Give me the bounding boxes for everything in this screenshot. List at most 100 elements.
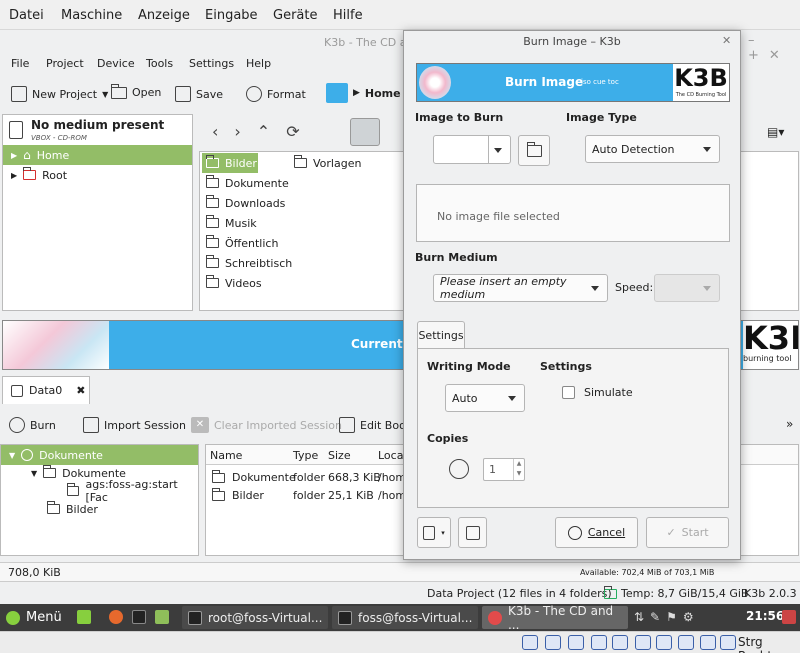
tree-label: Bilder	[66, 502, 98, 516]
start-menu-button[interactable]: Menü	[0, 606, 72, 629]
copies-value: 1	[489, 463, 496, 476]
menu-file[interactable]: File	[11, 57, 29, 70]
medium-combo[interactable]: Please insert an empty medium	[433, 274, 608, 302]
task-k3b[interactable]: K3b - The CD and ...	[482, 604, 628, 632]
burn-icon	[9, 417, 25, 433]
start-button[interactable]: ✓ Start	[646, 517, 729, 548]
settings-label: Settings	[540, 360, 592, 373]
simulate-checkbox[interactable]	[562, 386, 575, 399]
task-label: foss@foss-Virtual...	[358, 610, 473, 625]
file-label: Vorlagen	[313, 156, 362, 170]
toolbar-overflow-button[interactable]: »	[786, 417, 793, 431]
col-type[interactable]: Type	[293, 449, 318, 462]
nav-buttons[interactable]: ‹›⌃⟳	[212, 122, 316, 141]
cpu-icon[interactable]	[700, 635, 716, 650]
project-tree-root[interactable]: ▼ Dokumente	[1, 445, 198, 465]
file-item[interactable]: Vorlagen	[294, 153, 361, 173]
tree-item-home[interactable]: ▶ ⌂ Home	[3, 145, 192, 165]
save-settings-button[interactable]	[458, 517, 487, 548]
vbox-menu-anzeige[interactable]: Anzeige	[138, 8, 190, 23]
menu-tools[interactable]: Tools	[146, 57, 173, 70]
image-path-combo[interactable]	[433, 135, 511, 164]
audio-icon[interactable]	[568, 635, 584, 650]
window-controls[interactable]: –+✕	[748, 33, 800, 63]
mouse-integration-icon[interactable]	[720, 635, 736, 650]
vbox-menu-maschine[interactable]: Maschine	[61, 8, 122, 23]
tray-icons[interactable]: ⇅✎⚑⚙	[634, 610, 700, 624]
shared-folders-icon[interactable]	[612, 635, 628, 650]
simulate-label[interactable]: Simulate	[584, 386, 633, 399]
speed-combo[interactable]	[654, 274, 720, 302]
spin-arrows-icon[interactable]: ▲ ▼	[513, 459, 524, 480]
terminal-icon[interactable]	[132, 610, 146, 624]
vbox-menu-eingabe[interactable]: Eingabe	[205, 8, 258, 23]
folder-icon	[206, 175, 219, 188]
files-icon[interactable]	[155, 610, 169, 624]
breadcrumb[interactable]: ▶ Home	[326, 83, 401, 103]
table-row[interactable]: Dokumente folder 668,3 KiB /hom	[210, 469, 406, 487]
menu-device[interactable]: Device	[97, 57, 135, 70]
display-icon[interactable]	[635, 635, 651, 650]
writing-mode-value: Auto	[452, 391, 478, 405]
col-name[interactable]: Name	[210, 449, 242, 462]
start-label: Start	[681, 526, 709, 539]
browse-button[interactable]	[518, 135, 550, 166]
open-button[interactable]: Open	[111, 83, 162, 99]
cell-type: folder	[293, 489, 325, 502]
import-session-button[interactable]: Import Session	[83, 417, 186, 433]
file-item[interactable]: Schreibtisch	[206, 253, 292, 273]
vbox-menu-hilfe[interactable]: Hilfe	[333, 8, 363, 23]
load-save-settings-button[interactable]: ▾	[417, 517, 451, 548]
task-terminal-root[interactable]: root@foss-Virtual...	[182, 606, 328, 629]
show-desktop-icon[interactable]	[77, 610, 91, 624]
project-tree-item[interactable]: Bilder	[1, 499, 98, 519]
file-item[interactable]: Bilder	[202, 153, 258, 173]
copies-disc-icon	[449, 459, 469, 479]
network-icon[interactable]	[678, 635, 694, 650]
format-button[interactable]: Format	[246, 86, 306, 102]
burn-button[interactable]: Burn	[9, 417, 56, 433]
icon-view-button[interactable]	[350, 118, 380, 146]
task-terminal-foss[interactable]: foss@foss-Virtual...	[332, 606, 478, 629]
copies-spinbox[interactable]: 1 ▲ ▼	[483, 458, 525, 481]
view-menu-button[interactable]: ▤▾	[767, 125, 784, 139]
tree-item-root[interactable]: ▶ Root	[3, 165, 67, 185]
vbox-menu-datei[interactable]: Datei	[9, 8, 44, 23]
burn-image-dialog: Burn Image – K3b ✕ Burn Image iso cue to…	[403, 30, 741, 560]
menu-settings[interactable]: Settings	[189, 57, 234, 70]
recording-icon[interactable]	[656, 635, 672, 650]
vbox-menu-geraete[interactable]: Geräte	[273, 8, 317, 23]
save-button[interactable]: Save	[175, 86, 223, 102]
col-size[interactable]: Size	[328, 449, 351, 462]
menu-project[interactable]: Project	[46, 57, 84, 70]
optical-drive-icon[interactable]	[545, 635, 561, 650]
file-item[interactable]: Musik	[206, 213, 257, 233]
firefox-icon[interactable]	[109, 610, 123, 624]
burn-label: Burn	[30, 418, 56, 432]
usb-icon[interactable]	[591, 635, 607, 650]
cell-type: folder	[293, 471, 325, 484]
cancel-button[interactable]: Cancel	[555, 517, 638, 548]
harddisk-icon[interactable]	[522, 635, 538, 650]
tab-data0[interactable]: Data0 ✖	[2, 376, 90, 404]
file-item[interactable]: Downloads	[206, 193, 285, 213]
open-label: Open	[132, 86, 162, 99]
file-item[interactable]: Videos	[206, 273, 262, 293]
writing-mode-combo[interactable]: Auto	[445, 384, 525, 412]
clear-session-button[interactable]: ✕ Clear Imported Session	[191, 417, 342, 433]
close-tab-icon[interactable]: ✖	[76, 384, 85, 397]
new-project-button[interactable]: New Project ▼	[11, 86, 108, 102]
file-item[interactable]: Öffentlich	[206, 233, 278, 253]
edit-boot-button[interactable]: Edit Boot	[339, 417, 410, 433]
project-tree-item[interactable]: ags:foss-ag:start [Fac	[1, 478, 198, 504]
dialog-close-icon[interactable]: ✕	[722, 34, 731, 47]
tab-settings[interactable]: Settings	[417, 321, 465, 349]
power-icon[interactable]	[782, 610, 796, 624]
menu-help[interactable]: Help	[246, 57, 271, 70]
table-row[interactable]: Bilder folder 25,1 KiB /hom	[210, 487, 406, 505]
file-item[interactable]: Dokumente	[206, 173, 289, 193]
disc-icon	[246, 86, 262, 102]
logo-text: K3B	[674, 64, 728, 92]
chevron-down-icon	[703, 147, 711, 152]
image-type-combo[interactable]: Auto Detection	[585, 135, 720, 163]
